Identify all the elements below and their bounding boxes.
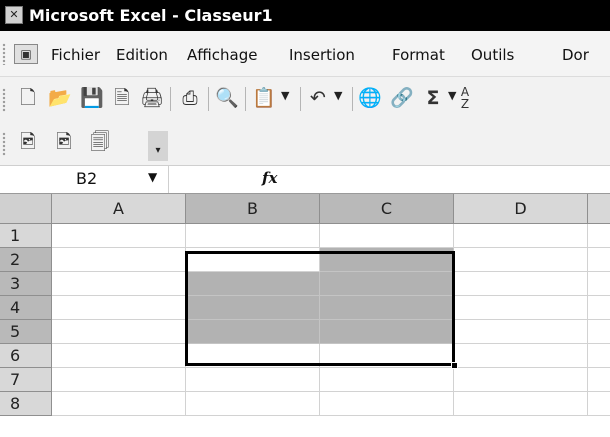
menu-grip-handle[interactable] (2, 43, 6, 65)
column-header-e[interactable] (588, 194, 610, 224)
column-header-a[interactable]: A (52, 194, 186, 224)
autosum-icon[interactable]: Σ (421, 86, 445, 110)
menu-insertion[interactable]: Insertion (289, 46, 355, 64)
cell-a5[interactable] (52, 320, 186, 344)
toolbar-grip-handle[interactable] (2, 132, 6, 156)
selection-border (185, 251, 455, 366)
open-folder-icon[interactable]: 📂 (48, 86, 72, 110)
save-icon[interactable]: 💾 (80, 86, 104, 110)
cell-d5[interactable] (454, 320, 588, 344)
fill-handle[interactable] (451, 362, 458, 369)
cell-d3[interactable] (454, 272, 588, 296)
toolbar-separator (300, 87, 301, 111)
row-header-2[interactable]: 2 (0, 248, 52, 272)
toolbar-separator (208, 87, 209, 111)
cell-a6[interactable] (52, 344, 186, 368)
paste-dropdown-icon[interactable]: ▼ (281, 89, 289, 102)
cell-a8[interactable] (52, 392, 186, 416)
autosum-dropdown-icon[interactable]: ▼ (448, 89, 456, 102)
cell-d2[interactable] (454, 248, 588, 272)
row-header-1[interactable]: 1 (0, 224, 52, 248)
menu-affichage[interactable]: Affichage (187, 46, 257, 64)
excel-app-icon[interactable]: ✕ (5, 6, 23, 24)
research-icon[interactable]: 🔍 (215, 86, 239, 110)
cell-e2[interactable] (588, 248, 610, 272)
print-icon[interactable]: ⎙ (178, 86, 202, 110)
cell-d4[interactable] (454, 296, 588, 320)
link-icon[interactable]: 🔗 (390, 86, 414, 110)
pdf-convert-icon[interactable]: 🖻 (16, 130, 40, 154)
cell-e3[interactable] (588, 272, 610, 296)
paste-icon[interactable]: 📋 (252, 86, 276, 110)
name-box-value: B2 (76, 169, 98, 188)
name-box[interactable]: B2 ▼ (0, 166, 166, 193)
cell-d1[interactable] (454, 224, 588, 248)
formula-separator (168, 166, 169, 193)
cell-a7[interactable] (52, 368, 186, 392)
column-header-d[interactable]: D (454, 194, 588, 224)
toolbar-separator (170, 87, 171, 111)
column-header-c[interactable]: C (320, 194, 454, 224)
pdf-attach-icon[interactable]: 🗐 (88, 130, 112, 154)
toolbar-options-icon[interactable]: ▾ (148, 131, 168, 161)
cell-a3[interactable] (52, 272, 186, 296)
cell-c8[interactable] (320, 392, 454, 416)
new-document-icon[interactable]: 🗋 (16, 86, 40, 110)
formula-input[interactable] (300, 166, 610, 193)
row-header-5[interactable]: 5 (0, 320, 52, 344)
row-header-6[interactable]: 6 (0, 344, 52, 368)
toolbar-separator (245, 87, 246, 111)
cell-b1[interactable] (186, 224, 320, 248)
permission-icon[interactable]: 🗎 (110, 86, 134, 110)
worksheet-grid: A B C D 1 2 3 4 5 6 7 8 (0, 194, 610, 437)
standard-toolbar: 🗋 📂 💾 🗎 🖨 ⎙ 🔍 📋 ▼ ↶ ▼ 🌐 🔗 Σ ▼ AZ (0, 77, 610, 121)
cell-e8[interactable] (588, 392, 610, 416)
formula-bar: B2 ▼ fx (0, 165, 610, 194)
column-header-b[interactable]: B (186, 194, 320, 224)
menu-donnees[interactable]: Dor (562, 46, 589, 64)
row-header-3[interactable]: 3 (0, 272, 52, 296)
insert-hyperlink-icon[interactable]: 🌐 (358, 86, 382, 110)
cell-e5[interactable] (588, 320, 610, 344)
title-bar: ✕ Microsoft Excel - Classeur1 (0, 0, 610, 31)
sort-icon[interactable]: AZ (458, 86, 472, 110)
menu-outils[interactable]: Outils (471, 46, 514, 64)
cell-b7[interactable] (186, 368, 320, 392)
pdf-create-icon[interactable]: 🖻 (52, 130, 76, 154)
cell-a4[interactable] (52, 296, 186, 320)
undo-icon[interactable]: ↶ (306, 86, 330, 110)
cell-e6[interactable] (588, 344, 610, 368)
select-all-corner[interactable] (0, 194, 52, 224)
cell-b8[interactable] (186, 392, 320, 416)
row-header-4[interactable]: 4 (0, 296, 52, 320)
toolbar-separator (352, 87, 353, 111)
cell-d8[interactable] (454, 392, 588, 416)
cell-c1[interactable] (320, 224, 454, 248)
row-header-8[interactable]: 8 (0, 392, 52, 416)
toolbar-grip-handle[interactable] (2, 88, 6, 112)
menu-edition[interactable]: Edition (116, 46, 168, 64)
cell-a1[interactable] (52, 224, 186, 248)
menu-bar: ▣ Fichier Edition Affichage Insertion Fo… (0, 31, 610, 77)
cell-a2[interactable] (52, 248, 186, 272)
cell-d7[interactable] (454, 368, 588, 392)
name-box-dropdown-icon[interactable]: ▼ (148, 170, 157, 184)
window-title: Microsoft Excel - Classeur1 (29, 6, 273, 25)
print-preview-icon[interactable]: 🖨 (140, 86, 164, 110)
menu-fichier[interactable]: Fichier (51, 46, 100, 64)
undo-dropdown-icon[interactable]: ▼ (334, 89, 342, 102)
row-header-7[interactable]: 7 (0, 368, 52, 392)
menu-format[interactable]: Format (392, 46, 445, 64)
cell-e7[interactable] (588, 368, 610, 392)
document-control-icon[interactable]: ▣ (14, 44, 38, 64)
cell-e1[interactable] (588, 224, 610, 248)
cell-d6[interactable] (454, 344, 588, 368)
cell-e4[interactable] (588, 296, 610, 320)
cell-c7[interactable] (320, 368, 454, 392)
pdf-toolbar: 🖻 🖻 🗐 ▾ (0, 121, 610, 165)
insert-function-icon[interactable]: fx (262, 169, 277, 187)
